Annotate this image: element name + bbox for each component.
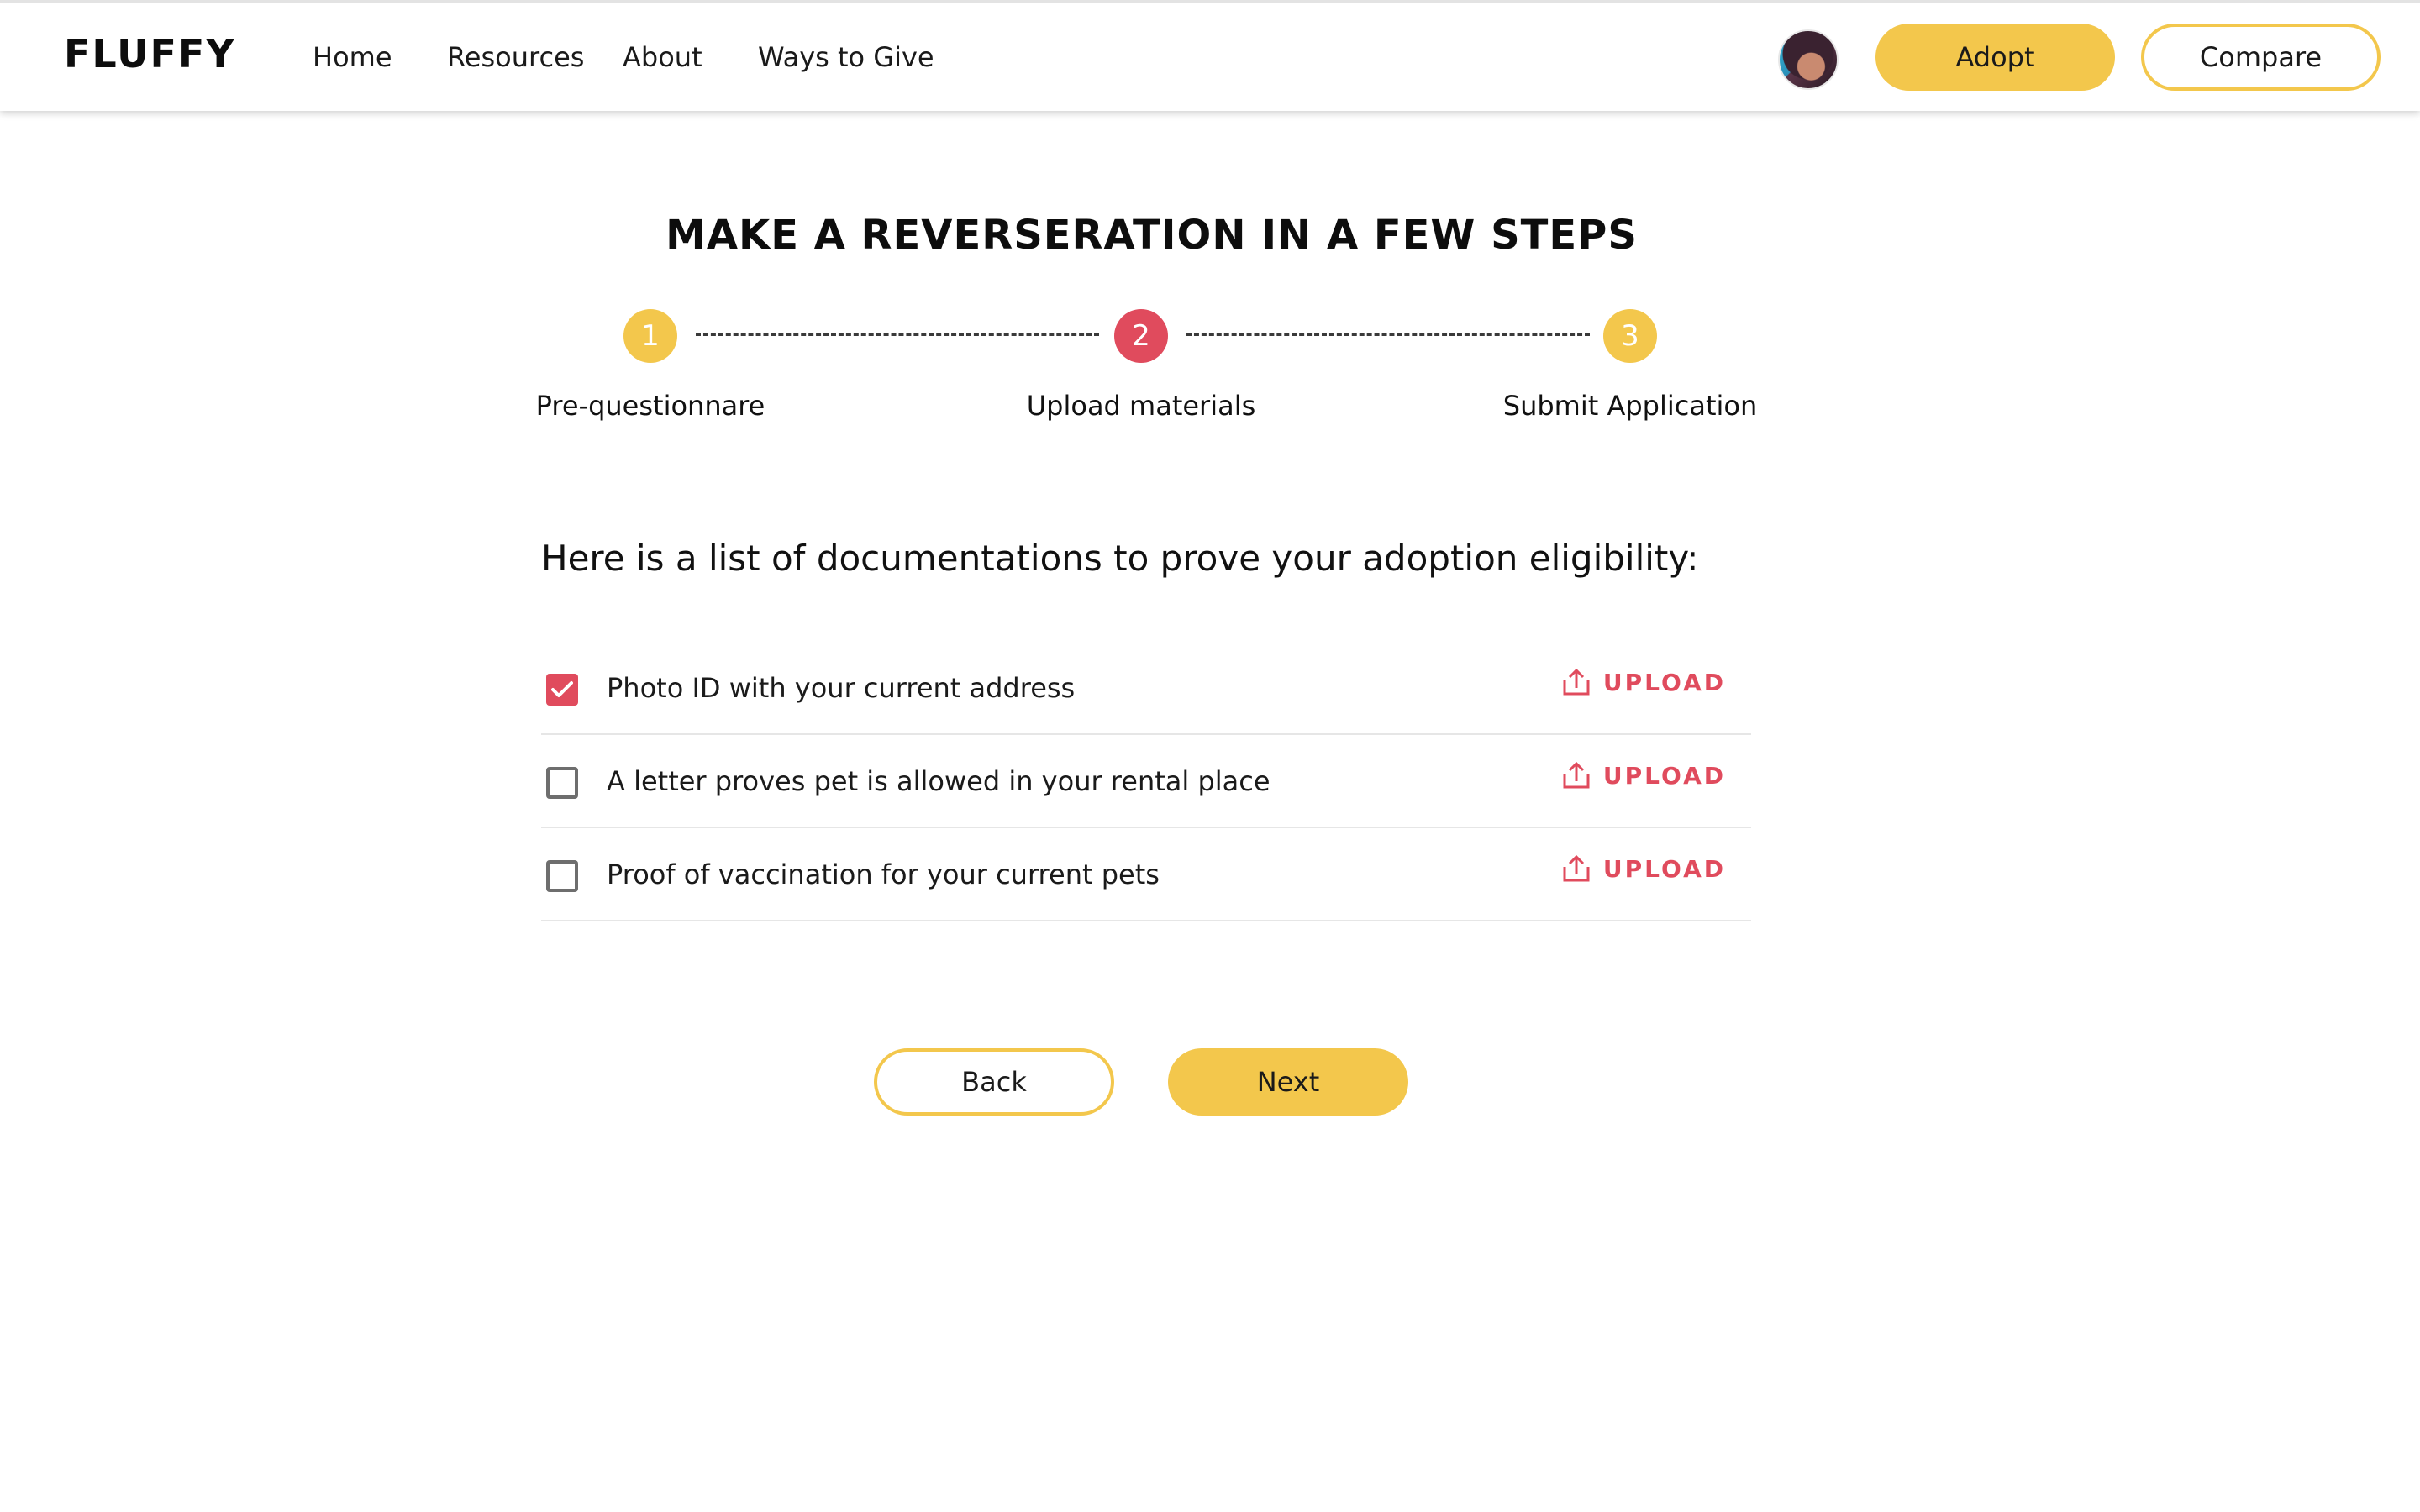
document-row: Proof of vaccination for your current pe…	[541, 828, 1751, 921]
upload-icon	[1563, 761, 1590, 789]
upload-icon	[1563, 854, 1590, 882]
documents-subheading: Here is a list of documentations to prov…	[541, 538, 1699, 579]
document-checkbox[interactable]	[546, 767, 578, 799]
next-button[interactable]: Next	[1168, 1048, 1408, 1116]
document-row: Photo ID with your current address UPLOA…	[541, 642, 1751, 735]
step-1-circle: 1	[623, 309, 677, 363]
user-avatar[interactable]	[1778, 29, 1839, 90]
nav-link-about[interactable]: About	[623, 41, 702, 73]
document-label: A letter proves pet is allowed in your r…	[607, 765, 1270, 797]
nav-link-home[interactable]: Home	[313, 41, 392, 73]
adopt-button[interactable]: Adopt	[1876, 24, 2115, 91]
step-3-label: Submit Application	[1502, 390, 1758, 422]
upload-label: UPLOAD	[1602, 854, 1726, 883]
nav-link-resources[interactable]: Resources	[447, 41, 584, 73]
check-icon	[551, 681, 573, 697]
upload-label: UPLOAD	[1602, 761, 1726, 790]
upload-button[interactable]: UPLOAD	[1561, 853, 1726, 884]
step-connector-1-2	[696, 333, 1099, 336]
step-1-label: Pre-questionnare	[535, 390, 765, 422]
step-3-circle: 3	[1603, 309, 1657, 363]
brand-logo[interactable]: FLUFFY	[64, 31, 236, 76]
compare-button[interactable]: Compare	[2141, 24, 2381, 91]
step-2-circle: 2	[1114, 309, 1168, 363]
upload-icon	[1563, 668, 1590, 696]
document-row: A letter proves pet is allowed in your r…	[541, 735, 1751, 828]
top-navbar: FLUFFY Home Resources About Ways to Give…	[0, 0, 2420, 111]
upload-button[interactable]: UPLOAD	[1561, 667, 1726, 697]
page-title: MAKE A REVERSERATION IN A FEW STEPS	[666, 212, 1638, 259]
document-label: Photo ID with your current address	[607, 672, 1076, 704]
step-2-label: Upload materials	[1026, 390, 1256, 422]
document-label: Proof of vaccination for your current pe…	[607, 858, 1160, 890]
upload-label: UPLOAD	[1602, 668, 1726, 696]
back-button[interactable]: Back	[874, 1048, 1114, 1116]
document-checkbox[interactable]	[546, 860, 578, 892]
nav-link-ways-to-give[interactable]: Ways to Give	[758, 41, 934, 73]
document-checkbox[interactable]	[546, 674, 578, 706]
step-connector-2-3	[1186, 333, 1590, 336]
upload-button[interactable]: UPLOAD	[1561, 760, 1726, 790]
